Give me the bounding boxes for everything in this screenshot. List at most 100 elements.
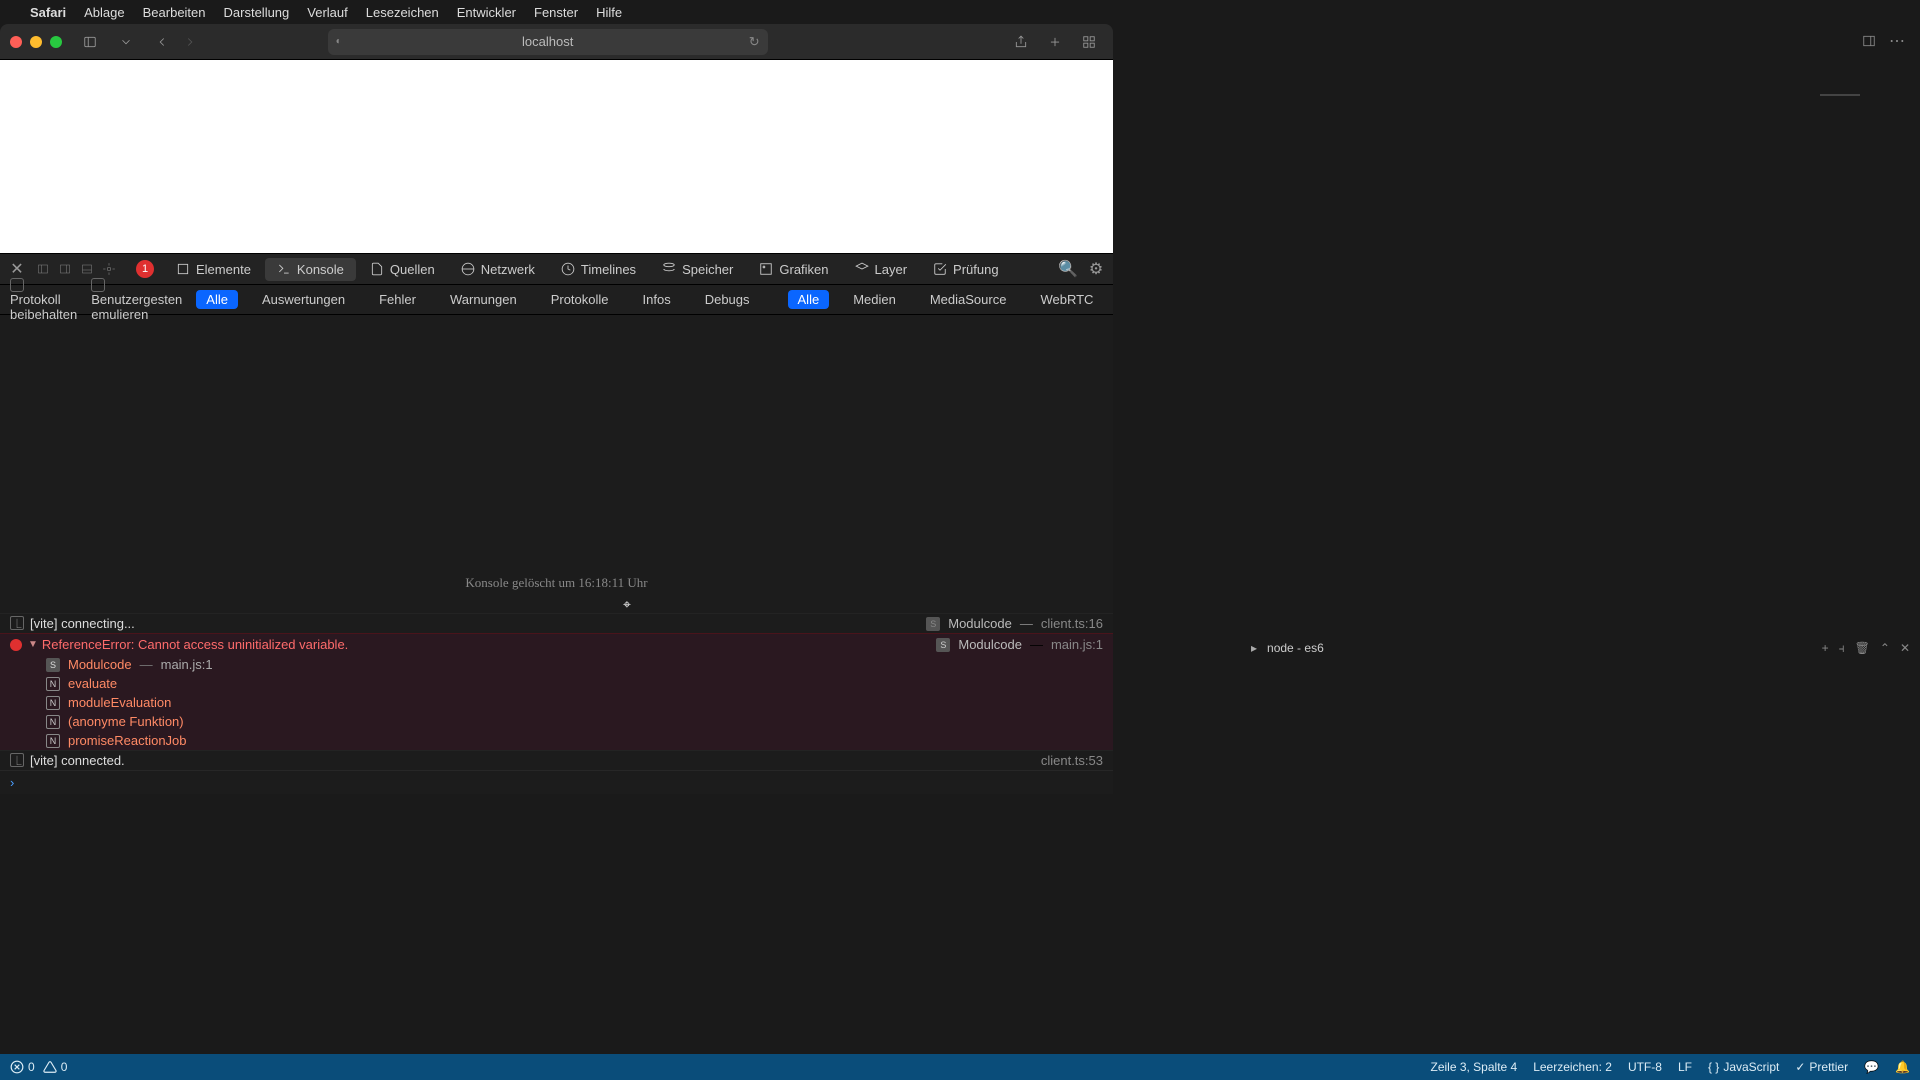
error-row[interactable]: ▼ ReferenceError: Cannot access uninitia… bbox=[0, 634, 1113, 655]
menu-file[interactable]: Ablage bbox=[84, 5, 124, 20]
tab-group-dropdown[interactable] bbox=[112, 30, 140, 54]
filter-debugs[interactable]: Debugs bbox=[695, 290, 760, 309]
panel-layout-icon[interactable] bbox=[1860, 32, 1878, 50]
log-row-connecting[interactable]: ⎿ [vite] connecting... SModulcode — clie… bbox=[0, 613, 1113, 633]
macos-menubar: Safari Ablage Bearbeiten Darstellung Ver… bbox=[0, 0, 1920, 24]
console-prompt[interactable]: › bbox=[0, 770, 1113, 794]
log-badge-icon: ⎿ bbox=[10, 753, 24, 767]
console-cleared-message: Konsole gelöscht um 16:18:11 Uhr bbox=[0, 575, 1113, 591]
filter-warnings[interactable]: Warnungen bbox=[440, 290, 527, 309]
traffic-lights bbox=[10, 36, 62, 48]
stack-frame[interactable]: NmoduleEvaluation bbox=[46, 693, 1113, 712]
tab-storage[interactable]: Speicher bbox=[650, 258, 745, 281]
window-minimize-button[interactable] bbox=[30, 36, 42, 48]
error-group: ▼ ReferenceError: Cannot access uninitia… bbox=[0, 633, 1113, 750]
terminal-chevron-up-icon[interactable]: ⌃ bbox=[1880, 641, 1890, 656]
address-text: localhost bbox=[522, 34, 573, 49]
tab-audit[interactable]: Prüfung bbox=[921, 258, 1011, 281]
menu-developer[interactable]: Entwickler bbox=[457, 5, 516, 20]
menu-view[interactable]: Darstellung bbox=[224, 5, 290, 20]
filter-evaluations[interactable]: Auswertungen bbox=[252, 290, 355, 309]
status-indent[interactable]: Leerzeichen: 2 bbox=[1533, 1060, 1612, 1074]
filter-errors[interactable]: Fehler bbox=[369, 290, 426, 309]
log-badge-icon: ⎿ bbox=[10, 616, 24, 630]
filter-all[interactable]: Alle bbox=[196, 290, 238, 309]
source-badge-icon: S bbox=[926, 617, 940, 631]
status-notifications-icon[interactable]: 🔔 bbox=[1895, 1060, 1910, 1074]
tab-graphics[interactable]: Grafiken bbox=[747, 258, 840, 281]
reload-icon[interactable]: ↻ bbox=[749, 34, 760, 50]
filter-infos[interactable]: Infos bbox=[633, 290, 681, 309]
menu-bookmarks[interactable]: Lesezeichen bbox=[366, 5, 439, 20]
terminal-tab-bar: ▸ node - es6 + ⫞ 🗑 ⌃ ✕ bbox=[1241, 634, 1920, 662]
devtools-dock-buttons bbox=[32, 260, 120, 278]
tabs-overview-button[interactable] bbox=[1075, 30, 1103, 54]
devtools-search-icon[interactable]: 🔍 bbox=[1059, 259, 1077, 279]
dock-left-icon[interactable] bbox=[32, 260, 54, 278]
console-output[interactable]: Konsole gelöscht um 16:18:11 Uhr ⎿ [vite… bbox=[0, 315, 1113, 794]
status-errors[interactable]: 0 bbox=[10, 1060, 35, 1074]
new-tab-button[interactable] bbox=[1041, 30, 1069, 54]
menu-edit[interactable]: Bearbeiten bbox=[143, 5, 206, 20]
dock-bottom-icon[interactable] bbox=[76, 260, 98, 278]
app-name[interactable]: Safari bbox=[30, 5, 66, 20]
safari-window: ◐ localhost ↻ ✕ 1 Elemente Konsole Quell… bbox=[0, 24, 1113, 794]
forward-button[interactable] bbox=[176, 30, 204, 54]
stack-frame[interactable]: Nevaluate bbox=[46, 674, 1113, 693]
source-badge-icon: S bbox=[936, 638, 950, 652]
stack-frame[interactable]: SModulcode—main.js:1 bbox=[46, 655, 1113, 674]
tab-timelines[interactable]: Timelines bbox=[549, 258, 648, 281]
tab-sources[interactable]: Quellen bbox=[358, 258, 447, 281]
sidebar-toggle-button[interactable] bbox=[76, 30, 104, 54]
error-count-badge[interactable]: 1 bbox=[136, 260, 154, 278]
status-cursor-position[interactable]: Zeile 3, Spalte 4 bbox=[1430, 1060, 1517, 1074]
log-row-connected[interactable]: ⎿ [vite] connected. client.ts:53 bbox=[0, 750, 1113, 770]
page-viewport[interactable] bbox=[0, 60, 1113, 253]
status-encoding[interactable]: UTF-8 bbox=[1628, 1060, 1662, 1074]
console-filter-bar: Protokoll beibehalten Benutzergesten emu… bbox=[0, 285, 1113, 315]
shield-icon: ◐ bbox=[336, 36, 342, 47]
devtools-close-button[interactable]: ✕ bbox=[8, 260, 26, 278]
stack-frame[interactable]: NpromiseReactionJob bbox=[46, 731, 1113, 750]
inspect-element-icon[interactable] bbox=[98, 260, 120, 278]
safari-toolbar: ◐ localhost ↻ bbox=[0, 24, 1113, 60]
source-mediasource[interactable]: MediaSource bbox=[920, 290, 1017, 309]
window-maximize-button[interactable] bbox=[50, 36, 62, 48]
disclosure-caret-icon[interactable]: ▼ bbox=[28, 639, 38, 650]
source-media[interactable]: Medien bbox=[843, 290, 906, 309]
status-warnings[interactable]: 0 bbox=[43, 1060, 68, 1074]
window-close-button[interactable] bbox=[10, 36, 22, 48]
source-webrtc[interactable]: WebRTC bbox=[1030, 290, 1103, 309]
address-bar[interactable]: ◐ localhost ↻ bbox=[328, 29, 768, 55]
menu-history[interactable]: Verlauf bbox=[307, 5, 347, 20]
error-dot-icon bbox=[10, 639, 22, 651]
terminal-add-icon[interactable]: + bbox=[1822, 641, 1829, 656]
stack-frame[interactable]: N(anonyme Funktion) bbox=[46, 712, 1113, 731]
source-all[interactable]: Alle bbox=[788, 290, 830, 309]
minimap-icon bbox=[1820, 94, 1860, 96]
dock-right-icon[interactable] bbox=[54, 260, 76, 278]
terminal-close-icon[interactable]: ✕ bbox=[1900, 641, 1910, 656]
status-eol[interactable]: LF bbox=[1678, 1060, 1692, 1074]
devtools-panel: ✕ 1 Elemente Konsole Quellen Netzwerk Ti… bbox=[0, 253, 1113, 794]
menu-window[interactable]: Fenster bbox=[534, 5, 578, 20]
terminal-trash-icon[interactable]: 🗑 bbox=[1855, 641, 1870, 656]
filter-logs[interactable]: Protokolle bbox=[541, 290, 619, 309]
status-bar: 0 0 Zeile 3, Spalte 4 Leerzeichen: 2 UTF… bbox=[0, 1054, 1920, 1080]
status-prettier[interactable]: ✓ Prettier bbox=[1795, 1060, 1848, 1074]
devtools-settings-icon[interactable]: ⚙ bbox=[1087, 259, 1105, 279]
share-button[interactable] bbox=[1007, 30, 1035, 54]
tab-console[interactable]: Konsole bbox=[265, 258, 356, 281]
terminal-name[interactable]: node - es6 bbox=[1267, 641, 1324, 655]
status-language[interactable]: { } JavaScript bbox=[1708, 1060, 1779, 1074]
back-button[interactable] bbox=[148, 30, 176, 54]
terminal-split-icon[interactable]: ⫞ bbox=[1839, 641, 1845, 656]
tab-network[interactable]: Netzwerk bbox=[449, 258, 547, 281]
status-feedback-icon[interactable]: 💬 bbox=[1864, 1060, 1879, 1074]
editor-panel: ⋯ ▸ node - es6 + ⫞ 🗑 ⌃ ✕ bbox=[1113, 24, 1920, 1054]
menu-help[interactable]: Hilfe bbox=[596, 5, 622, 20]
stack-trace: SModulcode—main.js:1 Nevaluate NmoduleEv… bbox=[0, 655, 1113, 750]
panel-more-icon[interactable]: ⋯ bbox=[1888, 32, 1906, 50]
terminal-icon: ▸ bbox=[1251, 641, 1257, 655]
tab-layers[interactable]: Layer bbox=[843, 258, 920, 281]
